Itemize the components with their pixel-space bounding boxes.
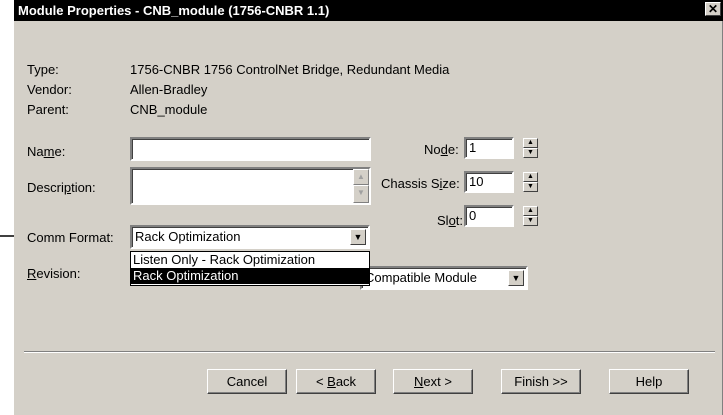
back-button[interactable]: < Back <box>296 369 376 394</box>
parent-label: Parent: <box>27 102 69 117</box>
cancel-button[interactable]: Cancel <box>207 369 287 394</box>
list-item[interactable]: Listen Only - Rack Optimization <box>131 252 369 268</box>
comm-format-select[interactable]: Rack Optimization <box>130 225 370 249</box>
type-label: Type: <box>27 62 59 77</box>
slot-field[interactable]: 0 <box>464 205 514 227</box>
description-field[interactable] <box>130 167 371 205</box>
parent-value: CNB_module <box>130 102 208 117</box>
revision-label: Revision: <box>27 266 81 281</box>
list-item-selected[interactable]: Rack Optimization <box>131 268 369 284</box>
chassis-size-label: Chassis Size: <box>381 176 460 191</box>
description-scrollbar[interactable]: ▲ ▼ <box>353 169 369 203</box>
chassis-size-field[interactable]: 10 <box>464 171 514 193</box>
node-spinner-icon[interactable]: ▲ ▼ <box>523 138 538 158</box>
help-button[interactable]: Help <box>609 369 689 394</box>
electronic-keying-chevron-down-icon[interactable]: ▼ <box>508 270 524 286</box>
name-label: Name: <box>27 144 66 159</box>
slot-label: Slot: <box>437 213 464 228</box>
type-value: 1756-CNBR 1756 ControlNet Bridge, Redund… <box>130 62 450 77</box>
close-icon[interactable]: ✕ <box>705 2 721 16</box>
finish-button[interactable]: Finish >> <box>501 369 581 394</box>
scroll-up-icon[interactable]: ▲ <box>353 169 369 185</box>
description-label: Description: <box>27 180 96 195</box>
node-label: Node: <box>424 142 459 157</box>
slot-spinner-icon[interactable]: ▲ ▼ <box>523 206 538 226</box>
title-bar: Module Properties - CNB_module (1756-CNB… <box>14 0 723 21</box>
comm-format-label: Comm Format: <box>27 230 114 245</box>
comm-format-dropdown-list[interactable]: Listen Only - Rack Optimization Rack Opt… <box>130 251 370 286</box>
electronic-keying-select[interactable]: Compatible Module <box>360 266 528 290</box>
chassis-size-spinner-icon[interactable]: ▲ ▼ <box>523 172 538 192</box>
next-button[interactable]: Next > <box>393 369 473 394</box>
name-field[interactable] <box>130 137 371 161</box>
window-title: Module Properties - CNB_module (1756-CNB… <box>18 3 330 18</box>
scroll-down-icon[interactable]: ▼ <box>353 185 369 203</box>
node-field[interactable]: 1 <box>464 137 514 159</box>
vendor-value: Allen-Bradley <box>130 82 208 97</box>
chevron-down-icon[interactable]: ▼ <box>350 229 366 245</box>
separator <box>24 351 715 353</box>
vendor-label: Vendor: <box>27 82 72 97</box>
